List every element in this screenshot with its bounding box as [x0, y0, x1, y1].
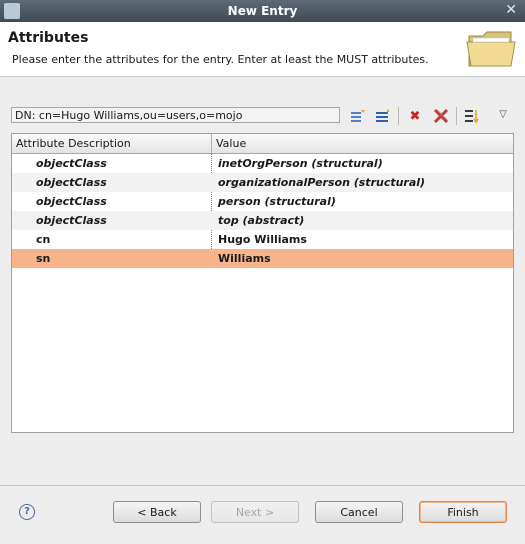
value-cell: top (abstract)	[218, 214, 305, 227]
new-value-icon[interactable]	[373, 106, 393, 126]
table-row[interactable]: objectClass organizationalPerson (struct…	[12, 173, 513, 192]
attribute-cell: sn	[36, 252, 51, 265]
attribute-cell: objectClass	[36, 195, 107, 208]
dn-field: DN: cn=Hugo Williams,ou=users,o=mojo	[11, 107, 340, 123]
table-row-selected[interactable]: sn Williams	[12, 249, 513, 268]
page-description: Please enter the attributes for the entr…	[12, 53, 429, 66]
toolbar-separator	[398, 107, 399, 125]
value-cell: person (structural)	[218, 195, 336, 208]
back-button[interactable]: < Back	[113, 501, 201, 523]
next-button[interactable]: Next >	[211, 501, 299, 523]
value-cell: Williams	[218, 252, 271, 265]
delete-icon[interactable]: ✖	[405, 106, 425, 126]
attribute-cell: objectClass	[36, 176, 107, 189]
attribute-cell: cn	[36, 233, 51, 246]
finish-button[interactable]: Finish	[419, 501, 507, 523]
column-header-attribute[interactable]: Attribute Description	[16, 137, 131, 150]
window-titlebar: New Entry ✕	[0, 0, 525, 22]
sort-icon[interactable]	[462, 106, 482, 126]
new-attribute-icon[interactable]	[348, 106, 368, 126]
page-title: Attributes	[8, 30, 89, 46]
column-header-value[interactable]: Value	[216, 137, 246, 150]
attribute-cell: objectClass	[36, 214, 107, 227]
table-row[interactable]: cn Hugo Williams	[12, 230, 513, 249]
help-icon[interactable]: ?	[19, 504, 35, 520]
table-row[interactable]: objectClass top (abstract)	[12, 211, 513, 230]
attribute-cell: objectClass	[36, 157, 107, 170]
value-cell: inetOrgPerson (structural)	[218, 157, 383, 170]
delete-all-icon[interactable]	[431, 106, 451, 126]
wizard-header: Attributes Please enter the attributes f…	[0, 22, 525, 77]
close-icon[interactable]: ✕	[505, 2, 517, 18]
toolbar-separator	[456, 107, 457, 125]
button-bar-separator	[0, 485, 525, 486]
view-menu-icon[interactable]: ▽	[493, 104, 513, 124]
value-cell: Hugo Williams	[218, 233, 307, 246]
window-title: New Entry	[227, 4, 298, 18]
table-row[interactable]: objectClass person (structural)	[12, 192, 513, 211]
value-cell: organizationalPerson (structural)	[218, 176, 426, 189]
folder-icon	[466, 31, 516, 67]
attributes-table: Attribute Description Value objectClass …	[11, 133, 514, 433]
table-header: Attribute Description Value	[12, 134, 513, 154]
cancel-button[interactable]: Cancel	[315, 501, 403, 523]
table-row[interactable]: objectClass inetOrgPerson (structural)	[12, 154, 513, 173]
